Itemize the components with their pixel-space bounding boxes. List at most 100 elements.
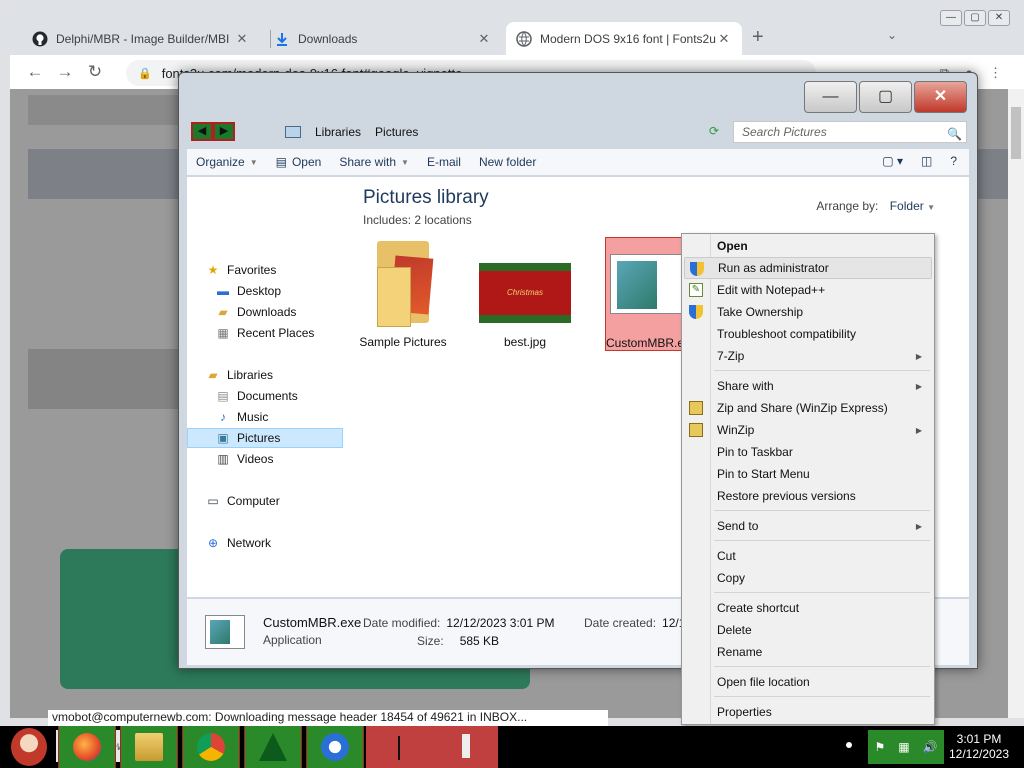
scrollbar-thumb[interactable] xyxy=(1011,107,1021,159)
taskbar-mail[interactable] xyxy=(306,726,364,768)
menu-item-restore-versions[interactable]: Restore previous versions xyxy=(684,485,932,507)
nav-libraries[interactable]: ▰ Libraries xyxy=(205,365,273,385)
taskbar-firefox[interactable] xyxy=(58,726,116,768)
menu-separator xyxy=(714,696,930,697)
nav-recent-places[interactable]: ▦ Recent Places xyxy=(215,323,314,343)
menu-kebab-icon[interactable]: ⋮ xyxy=(989,65,1002,81)
new-folder-button[interactable]: New folder xyxy=(470,155,545,169)
help-icon[interactable]: ? xyxy=(950,154,957,168)
chevron-down-icon[interactable]: ▼ xyxy=(927,203,935,212)
flag-icon[interactable]: ⚑ xyxy=(874,740,885,754)
share-with-button[interactable]: Share with ▼ xyxy=(330,155,418,169)
minimize-icon[interactable]: — xyxy=(804,81,857,113)
tab-downloads[interactable]: Downloads ✕ xyxy=(264,22,502,55)
menu-item-zip-and-share[interactable]: Zip and Share (WinZip Express) xyxy=(684,397,932,419)
tab-github[interactable]: Delphi/MBR - Image Builder/MBI ✕ xyxy=(22,22,260,55)
open-button[interactable]: ▤ Open xyxy=(267,155,331,169)
volume-icon[interactable]: 🔊 xyxy=(923,740,938,754)
menu-item-delete[interactable]: Delete xyxy=(684,619,932,641)
submenu-arrow-icon: ▶ xyxy=(915,381,922,391)
breadcrumb-pictures[interactable]: Pictures xyxy=(375,125,418,139)
clock[interactable]: 3:01 PM 12/12/2023 xyxy=(946,732,1012,762)
menu-item-open-file-location[interactable]: Open file location xyxy=(684,671,932,693)
organize-label: Organize xyxy=(196,155,245,169)
reload-icon[interactable]: ↻ xyxy=(80,62,110,82)
desktop-icon: ▬ xyxy=(217,284,229,298)
menu-item-winzip[interactable]: WinZip ▶ xyxy=(684,419,932,441)
back-arrow-icon[interactable]: ← xyxy=(20,62,50,82)
command-bar: Organize ▼ ▤ Open Share with ▼ E-mail New f… xyxy=(187,149,969,175)
chrome-icon xyxy=(197,733,225,761)
nav-favorites[interactable]: ★ Favorites xyxy=(205,260,277,280)
nav-videos[interactable]: ▥ Videos xyxy=(215,449,273,469)
pictures-icon: ▣ xyxy=(217,431,229,445)
nav-desktop[interactable]: ▬ Desktop xyxy=(215,281,281,301)
tab-close-icon[interactable]: ✕ xyxy=(716,31,732,47)
close-icon[interactable]: ✕ xyxy=(914,81,967,113)
menu-item-create-shortcut[interactable]: Create shortcut xyxy=(684,597,932,619)
file-item-sample-pictures[interactable]: Sample Pictures xyxy=(353,237,453,349)
nav-downloads[interactable]: ▰ Downloads xyxy=(215,302,296,322)
library-includes[interactable]: Includes: 2 locations xyxy=(363,213,472,227)
taskbar-chrome[interactable] xyxy=(182,726,240,768)
file-item-best-jpg[interactable]: Christmas best.jpg xyxy=(475,237,575,349)
taskbar-xmas-tree[interactable] xyxy=(244,726,302,768)
start-button[interactable] xyxy=(4,726,54,768)
menu-item-cut[interactable]: Cut xyxy=(684,545,932,567)
menu-separator xyxy=(714,540,930,541)
nav-music[interactable]: ♪ Music xyxy=(215,407,268,427)
nav-pictures[interactable]: ▣ Pictures xyxy=(187,428,343,448)
menu-item-take-ownership[interactable]: Take Ownership xyxy=(684,301,932,323)
menu-item-edit-notepadpp[interactable]: ✎ Edit with Notepad++ xyxy=(684,279,932,301)
file-item-custommbr-exe[interactable]: CustomMBR.exe xyxy=(605,237,685,351)
menu-label: Troubleshoot compatibility xyxy=(717,327,856,341)
nav-label: Desktop xyxy=(237,284,282,298)
taskbar-running-apps[interactable] xyxy=(366,726,498,768)
nav-computer[interactable]: ▭ Computer xyxy=(205,491,279,511)
tab-close-icon[interactable]: ✕ xyxy=(476,31,492,47)
close-icon[interactable]: ✕ xyxy=(988,10,1010,26)
menu-item-properties[interactable]: Properties xyxy=(684,701,932,723)
refresh-icon[interactable]: ⟳ xyxy=(709,124,719,138)
preview-pane-icon[interactable]: ◫ xyxy=(921,154,932,168)
menu-item-troubleshoot[interactable]: Troubleshoot compatibility xyxy=(684,323,932,345)
new-tab-icon[interactable]: + xyxy=(752,26,764,49)
minimize-icon[interactable]: — xyxy=(940,10,962,26)
breadcrumb[interactable]: Libraries Pictures xyxy=(285,121,715,143)
nav-network[interactable]: ⊕ Network xyxy=(205,533,271,553)
taskbar-explorer[interactable] xyxy=(120,726,178,768)
details-value: 585 KB xyxy=(459,634,500,648)
nav-documents[interactable]: ▤ Documents xyxy=(215,386,297,406)
maximize-icon[interactable]: ▢ xyxy=(964,10,986,26)
network-icon[interactable]: ▦ xyxy=(898,740,909,754)
menu-item-send-to[interactable]: Send to ▶ xyxy=(684,515,932,537)
search-input[interactable]: Search Pictures 🔍 xyxy=(733,121,967,143)
taskbar: Search Downloads ⚑ ▦ 🔊 3:01 PM 12/12/202… xyxy=(0,726,1024,768)
forward-arrow-icon[interactable]: ▶ xyxy=(213,122,235,141)
menu-item-run-as-admin[interactable]: Run as administrator xyxy=(684,257,932,279)
menu-item-rename[interactable]: Rename xyxy=(684,641,932,663)
email-button[interactable]: E-mail xyxy=(418,155,470,169)
view-icon[interactable]: ▢ ▾ xyxy=(882,154,903,168)
menu-item-copy[interactable]: Copy xyxy=(684,567,932,589)
menu-item-open[interactable]: Open xyxy=(684,235,932,257)
search-icon[interactable]: 🔍 xyxy=(947,124,962,144)
organize-button[interactable]: Organize ▼ xyxy=(187,155,267,169)
nav-label: Downloads xyxy=(237,305,297,319)
forward-arrow-icon[interactable]: → xyxy=(50,62,80,82)
menu-item-pin-start[interactable]: Pin to Start Menu xyxy=(684,463,932,485)
menu-item-7zip[interactable]: 7-Zip ▶ xyxy=(684,345,932,367)
details-value: 12/12/2023 3:01 PM xyxy=(662,616,681,630)
breadcrumb-libraries[interactable]: Libraries xyxy=(315,125,361,139)
page-scrollbar[interactable] xyxy=(1008,89,1024,718)
back-arrow-icon[interactable]: ◀ xyxy=(191,122,213,141)
tab-search-chevron-icon[interactable]: ⌄ xyxy=(887,28,897,42)
chevron-down-icon: ▼ xyxy=(401,157,409,167)
file-name: Sample Pictures xyxy=(359,335,447,349)
arrange-value[interactable]: Folder xyxy=(890,199,924,213)
tab-fonts2u[interactable]: Modern DOS 9x16 font | Fonts2u ✕ xyxy=(506,22,742,55)
menu-item-pin-taskbar[interactable]: Pin to Taskbar xyxy=(684,441,932,463)
tab-close-icon[interactable]: ✕ xyxy=(234,31,250,47)
menu-item-share-with[interactable]: Share with ▶ xyxy=(684,375,932,397)
maximize-icon[interactable]: ▢ xyxy=(859,81,912,113)
